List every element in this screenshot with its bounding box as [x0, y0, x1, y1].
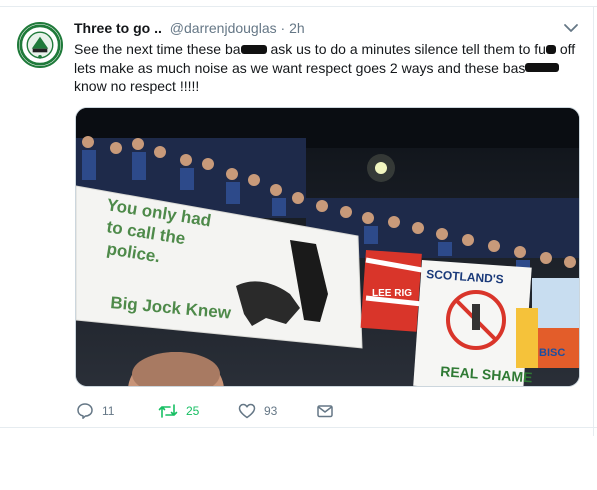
retweet-icon — [158, 404, 178, 418]
tweet-text: See the next time these ba ask us to do … — [74, 40, 582, 96]
tweet-actions: 11 25 93 — [74, 400, 494, 422]
retweet-button[interactable]: 25 — [158, 400, 199, 422]
reply-count: 11 — [102, 404, 115, 418]
separator-dot: · — [280, 20, 286, 36]
redaction-mark — [525, 63, 560, 73]
redaction-mark — [545, 44, 556, 54]
tweet-photo[interactable]: You only had to call the police. Big Joc… — [75, 107, 580, 387]
club-crest-icon — [19, 24, 61, 66]
display-name[interactable]: Three to go .. — [74, 20, 162, 36]
stadium-banner-image: You only had to call the police. Big Joc… — [76, 108, 579, 386]
bottom-divider — [0, 427, 597, 428]
avatar[interactable] — [17, 22, 63, 68]
reply-icon — [77, 403, 93, 419]
top-divider — [0, 6, 597, 7]
chevron-down-icon — [564, 24, 578, 32]
direct-message-button[interactable] — [316, 400, 342, 422]
timestamp[interactable]: 2h — [289, 20, 305, 36]
envelope-icon — [317, 405, 333, 418]
like-button[interactable]: 93 — [238, 400, 277, 422]
user-handle[interactable]: @darrenjdouglas — [170, 20, 277, 36]
redaction-mark — [240, 44, 267, 54]
side-text: BISC — [539, 347, 565, 359]
reply-button[interactable]: 11 — [76, 400, 114, 422]
flag-text: LEE RIG — [372, 288, 412, 299]
more-options-button[interactable] — [563, 21, 579, 35]
right-divider — [593, 6, 594, 436]
like-count: 93 — [264, 404, 278, 418]
tweet-text-part-4: know no respect !!!!! — [74, 78, 200, 94]
tweet-text-part-1: See the next time these ba — [74, 41, 241, 57]
retweet-count: 25 — [186, 404, 200, 418]
heart-icon — [238, 403, 256, 419]
tweet-text-part-2: ask us to do a minutes silence tell them… — [266, 41, 546, 57]
tweet-header: Three to go .. @darrenjdouglas · 2h — [74, 18, 305, 38]
